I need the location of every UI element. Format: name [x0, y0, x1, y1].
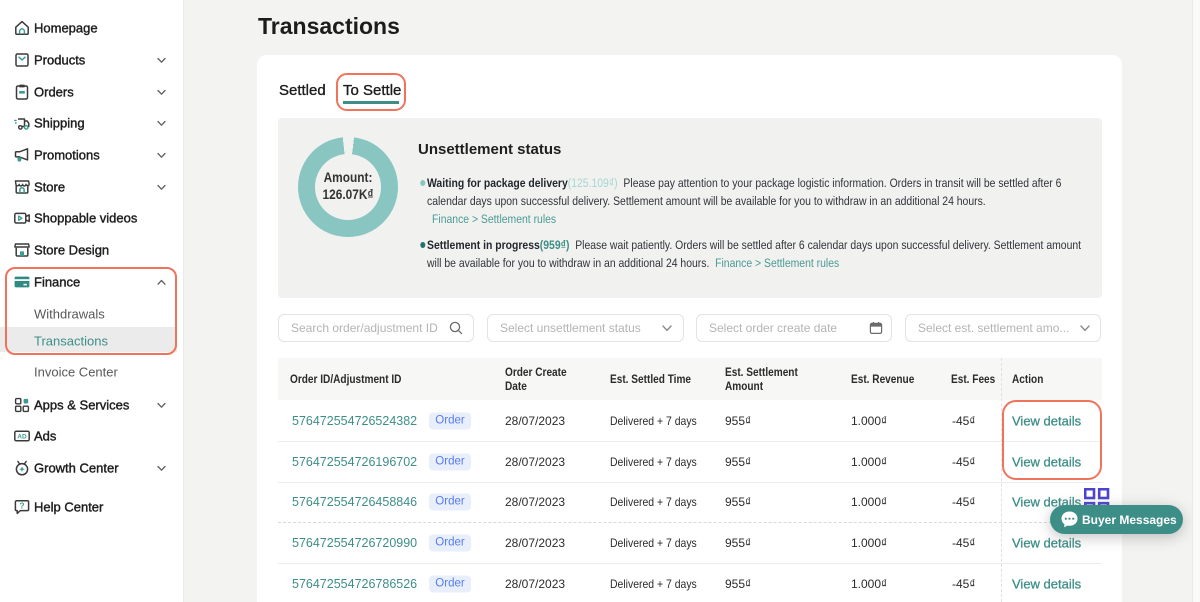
svg-text:AD: AD — [17, 433, 27, 440]
svg-text:?: ? — [19, 502, 24, 511]
